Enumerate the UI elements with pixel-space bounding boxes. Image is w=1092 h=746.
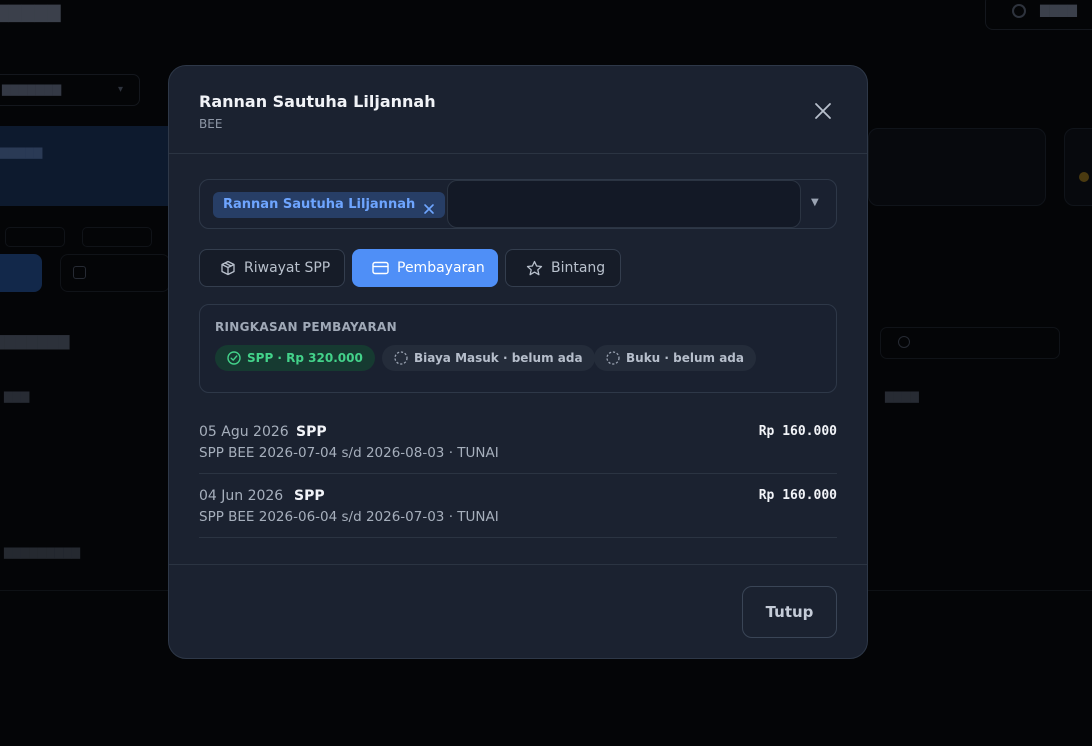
background-chip (5, 227, 65, 247)
chevron-down-icon[interactable]: ▼ (811, 197, 819, 208)
payment-description: SPP BEE 2026-07-04 s/d 2026-08-03 · TUNA… (199, 445, 499, 461)
payment-type: SPP (296, 424, 327, 440)
tab-label: Pembayaran (397, 260, 485, 276)
summary-heading: RINGKASAN PEMBAYARAN (215, 320, 397, 334)
background-status-dot (1079, 172, 1089, 182)
background-footer-text: ▇▇▇▇▇▇▇▇▇ (4, 546, 81, 559)
credit-card-icon (372, 261, 389, 275)
close-icon (815, 103, 831, 119)
close-button[interactable] (809, 97, 837, 125)
modal-title: Rannan Sautuha Liljannah (199, 92, 436, 111)
background-stat-card (868, 128, 1046, 206)
payment-summary: RINGKASAN PEMBAYARAN SPP · Rp 320.000 Bi… (199, 304, 837, 393)
payment-amount: Rp 160.000 (758, 424, 837, 439)
student-payment-modal: Rannan Sautuha Liljannah BEE Rannan Saut… (168, 65, 868, 659)
background-column-header: ▇▇▇▇ (885, 390, 919, 403)
background-button-icon (73, 266, 86, 279)
summary-badge-label: Buku · belum ada (626, 351, 744, 365)
tab-riwayat-spp[interactable]: Riwayat SPP (199, 249, 345, 287)
tab-bintang[interactable]: Bintang (505, 249, 621, 287)
background-select-chevron-icon: ▾ (118, 84, 124, 95)
summary-badge-biaya-masuk: Biaya Masuk · belum ada (382, 345, 595, 371)
background-section-title: ▇▇▇▇▇▇▇ (0, 334, 70, 350)
background-hero-text: ▇▇▇▇▇ (0, 146, 43, 159)
background-user-name: ▇▇▇▇ (1040, 3, 1077, 17)
payment-amount: Rp 160.000 (758, 488, 837, 503)
background-column-header: ▇▇▇ (4, 390, 30, 403)
summary-badge-label: Biaya Masuk · belum ada (414, 351, 583, 365)
summary-badge-label: SPP · Rp 320.000 (247, 351, 363, 365)
modal-header: Rannan Sautuha Liljannah BEE (169, 66, 867, 154)
background-primary-button (0, 254, 42, 292)
payment-row: 05 Agu 2026 SPP SPP BEE 2026-07-04 s/d 2… (199, 410, 837, 474)
modal-footer: Tutup (169, 564, 867, 659)
background-select-label: ▇▇▇▇▇▇▇ (2, 83, 62, 96)
modal-subtitle: BEE (199, 117, 223, 131)
dashed-circle-icon (606, 351, 620, 365)
close-icon (424, 204, 435, 214)
background-page-title: ▇▇▇▇▇▇ (0, 3, 61, 23)
check-circle-icon (227, 351, 241, 365)
student-picker: Rannan Sautuha Liljannah ▼ (199, 179, 837, 229)
background-topbar (0, 0, 1092, 30)
payment-date: 04 Jun 2026 (199, 488, 284, 504)
remove-student-button[interactable] (423, 199, 435, 214)
summary-badge-buku: Buku · belum ada (594, 345, 756, 371)
package-icon (221, 260, 235, 276)
selected-student-label: Rannan Sautuha Liljannah (223, 197, 416, 212)
background-search-icon (898, 336, 910, 348)
tab-label: Riwayat SPP (244, 260, 331, 276)
student-search-input[interactable] (447, 180, 801, 228)
background-stat-card (1064, 128, 1092, 206)
payment-date: 05 Agu 2026 (199, 424, 289, 440)
tab-pembayaran[interactable]: Pembayaran (352, 249, 498, 287)
payment-row: 04 Jun 2026 SPP SPP BEE 2026-06-04 s/d 2… (199, 474, 837, 538)
background-user-icon (1012, 4, 1026, 18)
star-icon (526, 260, 543, 275)
payment-type: SPP (294, 488, 325, 504)
payment-description: SPP BEE 2026-06-04 s/d 2026-07-03 · TUNA… (199, 509, 499, 525)
close-modal-button[interactable]: Tutup (742, 586, 837, 638)
dashed-circle-icon (394, 351, 408, 365)
background-chip (82, 227, 152, 247)
background-hero-card (0, 126, 180, 206)
selected-student-tag: Rannan Sautuha Liljannah (213, 192, 446, 218)
tab-label: Bintang (551, 260, 606, 276)
summary-badge-spp: SPP · Rp 320.000 (215, 345, 375, 371)
